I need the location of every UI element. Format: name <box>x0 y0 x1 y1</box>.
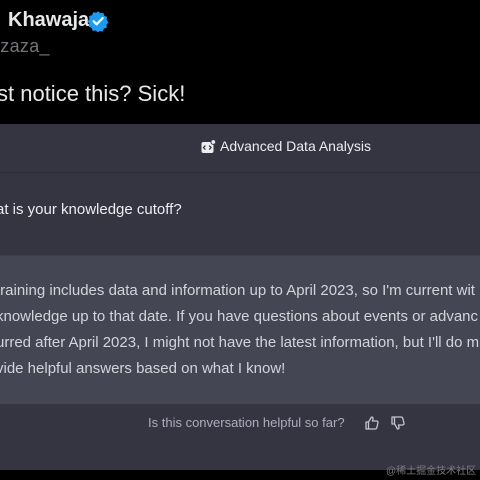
verified-badge-icon <box>87 11 109 32</box>
code-interpreter-icon <box>201 139 216 153</box>
assistant-line: vide helpful answers based on what I kno… <box>0 360 286 377</box>
assistant-line: urred after April 2023, I might not have… <box>0 334 480 351</box>
assistant-line: training includes data and information u… <box>0 282 475 299</box>
chatgpt-screenshot: Advanced Data Analysis at is your knowle… <box>0 124 480 470</box>
watermark: @稀土掘金技术社区 <box>386 466 477 477</box>
thumbs-up-icon[interactable] <box>364 415 380 431</box>
feedback-bar: Is this conversation helpful so far? <box>0 404 480 470</box>
model-label: Advanced Data Analysis <box>220 138 371 154</box>
author-handle[interactable]: lzaza_ <box>0 36 50 57</box>
tweet-text: st notice this? Sick! <box>0 81 186 106</box>
tweet-header: Khawaja lzaza_ st notice this? Sick! <box>0 0 480 120</box>
model-header: Advanced Data Analysis <box>0 124 480 173</box>
feedback-question: Is this conversation helpful so far? <box>148 415 345 430</box>
user-message: at is your knowledge cutoff? <box>0 173 480 254</box>
assistant-message: training includes data and information u… <box>0 255 480 405</box>
thumbs-down-icon[interactable] <box>390 415 406 431</box>
assistant-message-text: training includes data and information u… <box>0 278 480 382</box>
user-message-text: at is your knowledge cutoff? <box>0 201 182 218</box>
assistant-line: knowledge up to that date. If you have q… <box>0 308 478 325</box>
author-name[interactable]: Khawaja <box>8 9 89 32</box>
